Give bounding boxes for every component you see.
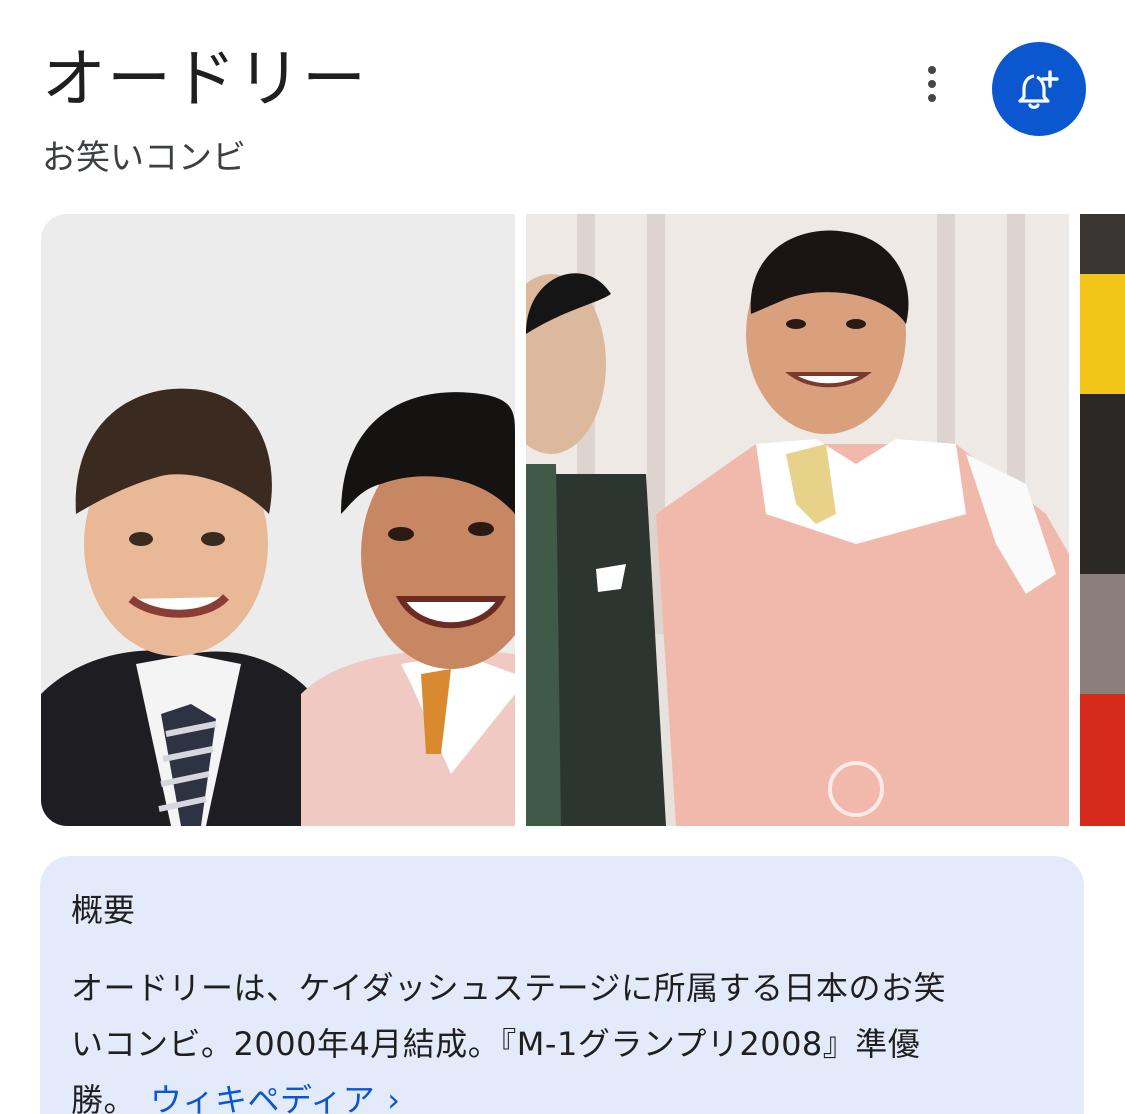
summary-line-2: いコンビ。2000年4月結成。『M-1グランプリ2008』準優 — [71, 1025, 921, 1063]
duo-portrait-illustration — [41, 214, 515, 826]
wikipedia-link[interactable]: ウィキペディア — [150, 1081, 375, 1114]
bell-plus-icon — [1018, 70, 1059, 109]
panel-header: オードリー お笑いコンビ — [42, 36, 1125, 186]
more-vert-icon — [928, 66, 936, 74]
more-vert-icon-dot — [928, 80, 936, 88]
summary-card: 概要 オードリーは、ケイダッシュステージに所属する日本のお笑 いコンビ。2000… — [40, 856, 1084, 1114]
summary-heading: 概要 — [71, 891, 136, 929]
summary-line-3: 勝。 ウィキペディア › — [71, 1072, 1061, 1114]
gallery-image-3[interactable] — [1080, 214, 1125, 826]
partial-photo-illustration — [1080, 214, 1125, 826]
chevron-right-icon[interactable]: › — [387, 1072, 400, 1114]
image-carousel[interactable] — [41, 214, 1125, 826]
gallery-image-2[interactable] — [526, 214, 1069, 826]
summary-line-1: オードリーは、ケイダッシュステージに所属する日本のお笑 — [71, 969, 946, 1007]
follow-button[interactable] — [992, 42, 1086, 136]
more-options-button[interactable] — [914, 62, 950, 106]
knowledge-panel: オードリー お笑いコンビ 概要 オードリーは、ケイダッシュステージに所属する日本… — [0, 0, 1125, 1114]
entity-title: オードリー — [42, 43, 367, 117]
more-vert-icon-dot — [928, 94, 936, 102]
summary-line-3-text: 勝。 — [71, 1081, 137, 1114]
entity-subtitle: お笑いコンビ — [42, 138, 246, 178]
stage-photo-illustration — [526, 214, 1069, 826]
summary-text: オードリーは、ケイダッシュステージに所属する日本のお笑 いコンビ。2000年4月… — [71, 960, 1061, 1114]
gallery-image-1[interactable] — [41, 214, 515, 826]
